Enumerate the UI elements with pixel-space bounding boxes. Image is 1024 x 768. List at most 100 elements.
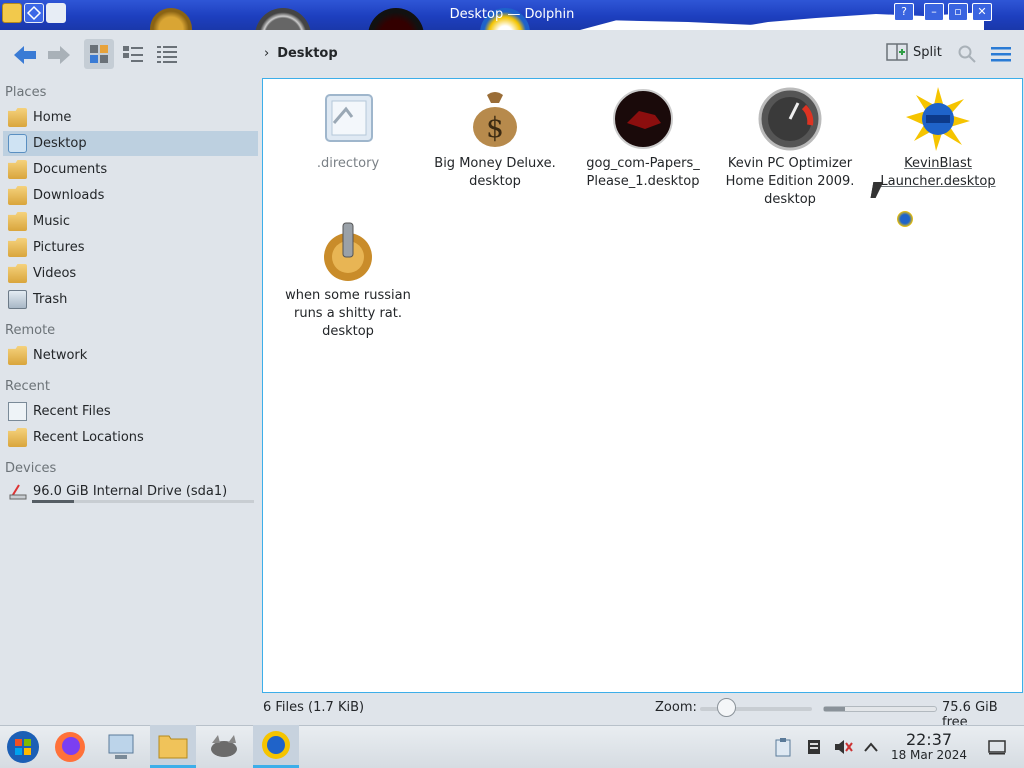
free-space-fill (824, 707, 846, 711)
split-button[interactable]: Split (886, 42, 942, 62)
close-button[interactable]: ✕ (972, 3, 992, 21)
file-label: KevinBlast Launcher.desktop (880, 156, 996, 189)
forward-button[interactable] (44, 42, 74, 68)
papers-please-icon (611, 87, 675, 151)
sidebar-item-videos[interactable]: Videos (3, 261, 258, 286)
network-folder-icon (8, 346, 27, 365)
clipboard-tray-icon[interactable] (772, 736, 794, 758)
volume-muted-icon (835, 740, 853, 754)
documents-folder-icon (8, 160, 27, 179)
speedometer-icon (758, 87, 822, 151)
sidebar-item-downloads[interactable]: Downloads (3, 183, 258, 208)
show-desktop-icon (988, 740, 1006, 755)
file-item-papers-please[interactable]: gog_com-Papers_ Please_1.desktop (569, 79, 717, 191)
menu-button[interactable] (989, 42, 1013, 66)
split-view-icon (886, 43, 908, 61)
places-section-title: Places (5, 85, 47, 100)
file-item-kevin-pc-optimizer[interactable]: Kevin PC Optimizer Home Edition 2009. de… (716, 79, 864, 209)
arrow-left-icon (14, 46, 36, 64)
svg-text:$: $ (486, 111, 504, 144)
sidebar-item-music[interactable]: Music (3, 209, 258, 234)
window-title: Desktop — Dolphin (449, 7, 575, 22)
show-desktop-button[interactable] (986, 736, 1008, 758)
firefox-icon (55, 731, 85, 762)
sidebar-item-label: Network (33, 348, 88, 363)
breadcrumb-desktop[interactable]: Desktop (277, 46, 337, 61)
file-label: .directory (316, 156, 380, 171)
volume-tray-icon[interactable] (832, 736, 854, 758)
maximize-button[interactable]: ▫ (948, 3, 968, 21)
search-button[interactable] (955, 42, 979, 66)
sidebar-item-label: Recent Locations (33, 430, 144, 445)
sidebar-item-label: Home (33, 110, 72, 125)
chevron-up-icon (864, 742, 878, 752)
icons-view-icon (90, 45, 108, 63)
free-space-bar (823, 706, 937, 712)
taskbar-dolphin[interactable] (150, 725, 196, 768)
sidebar-item-label: Downloads (33, 188, 105, 203)
details-view-button[interactable] (152, 39, 182, 69)
drive-icon (8, 482, 27, 501)
split-label: Split (913, 44, 942, 60)
help-icon[interactable]: ? (894, 3, 914, 21)
icons-view-button[interactable] (84, 39, 114, 69)
drive-usage-bar (32, 500, 254, 503)
downloads-folder-icon (8, 186, 27, 205)
clock-time: 22:37 (905, 730, 953, 749)
sidebar-item-recent-files[interactable]: Recent Files (3, 399, 258, 424)
start-menu-button[interactable] (0, 725, 46, 768)
sidebar-item-network[interactable]: Network (3, 343, 258, 368)
zoom-slider-handle[interactable] (716, 698, 736, 717)
taskbar-firefox[interactable] (47, 725, 93, 768)
drag-preview-icon (897, 211, 913, 227)
file-label: Big Money Deluxe. desktop (434, 156, 556, 189)
globe-burst-icon (906, 87, 970, 151)
file-item-directory[interactable]: .directory (274, 79, 422, 173)
sidebar-item-label: Videos (33, 266, 77, 281)
directory-config-icon (316, 87, 380, 151)
file-label: gog_com-Papers_ Please_1.desktop (586, 156, 700, 189)
file-item-big-money-deluxe[interactable]: $ Big Money Deluxe. desktop (421, 79, 569, 191)
sidebar-item-label: Recent Files (33, 404, 111, 419)
gimp-icon (211, 734, 237, 757)
desktop-icon (8, 134, 27, 153)
sidebar-item-trash[interactable]: Trash (3, 287, 258, 312)
sidebar-item-home[interactable]: Home (3, 105, 258, 130)
taskbar-gimp[interactable] (201, 725, 247, 768)
show-hidden-tray-button[interactable] (860, 736, 882, 758)
title-bar: Desktop — Dolphin ? – ▫ ✕ (0, 0, 1024, 30)
sidebar-item-desktop[interactable]: Desktop (3, 131, 258, 156)
sidebar-item-recent-locations[interactable]: Recent Locations (3, 425, 258, 450)
back-button[interactable] (10, 42, 40, 68)
file-view[interactable]: .directory $ Big Money Deluxe. desktop g… (262, 78, 1023, 693)
file-item-russian-rat[interactable]: when some russian runs a shitty rat. des… (274, 211, 422, 341)
money-bag-icon: $ (463, 87, 527, 151)
sidebar-item-label: Music (33, 214, 70, 229)
file-label: Kevin PC Optimizer Home Edition 2009. de… (725, 156, 855, 207)
mouse-cursor-icon (870, 182, 884, 198)
sidebar-item-label: Trash (33, 292, 68, 307)
arrow-right-icon (48, 46, 70, 64)
file-label: when some russian runs a shitty rat. des… (285, 288, 411, 339)
places-panel: Places Home Desktop Documents Downloads … (0, 80, 258, 510)
taskbar-kevinblast[interactable] (253, 725, 299, 768)
search-icon (958, 45, 976, 63)
sidebar-item-pictures[interactable]: Pictures (3, 235, 258, 260)
music-folder-icon (8, 212, 27, 231)
sidebar-item-documents[interactable]: Documents (3, 157, 258, 182)
compact-view-icon (123, 46, 143, 62)
status-summary: 6 Files (1.7 KiB) (263, 700, 365, 715)
sidebar-item-label: Pictures (33, 240, 85, 255)
kevinblast-icon (262, 731, 290, 759)
minimize-button[interactable]: – (924, 3, 944, 21)
recent-section-title: Recent (5, 379, 50, 394)
compact-view-button[interactable] (118, 39, 148, 69)
clock[interactable]: 22:37 18 Mar 2024 (888, 731, 970, 763)
storage-tray-icon[interactable] (803, 736, 825, 758)
clipboard-icon (775, 738, 791, 757)
breadcrumb[interactable]: › Desktop (264, 46, 338, 61)
sidebar-item-label: Documents (33, 162, 108, 177)
taskbar-system-settings[interactable] (98, 725, 144, 768)
chevron-right-icon: › (264, 46, 270, 61)
file-item-kevinblast-launcher[interactable]: KevinBlast Launcher.desktop (864, 79, 1012, 191)
